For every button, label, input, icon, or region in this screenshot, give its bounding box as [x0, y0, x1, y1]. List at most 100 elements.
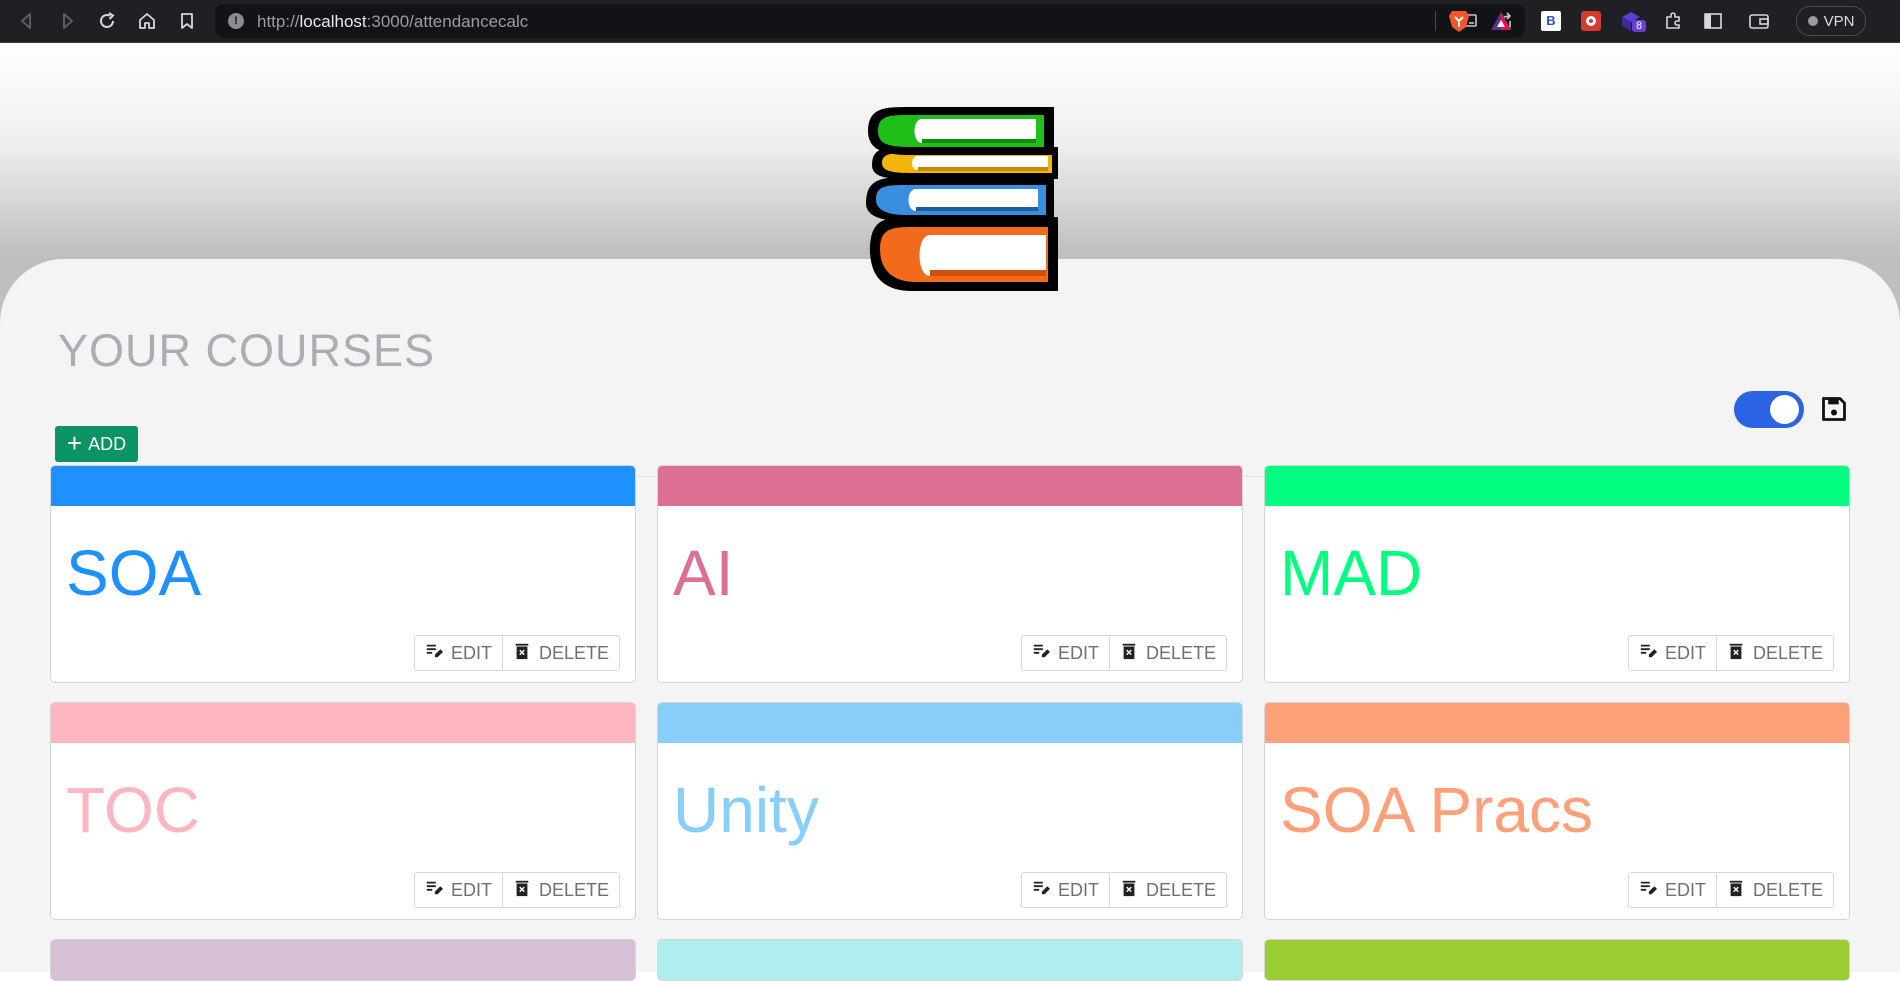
course-title: TOC: [66, 774, 200, 846]
course-color-band: [658, 940, 1242, 980]
delete-label: DELETE: [1752, 642, 1823, 663]
home-icon[interactable]: [132, 6, 162, 36]
delete-icon: [513, 642, 531, 665]
rewards-icon[interactable]: [1488, 8, 1514, 34]
course-actions: EDIT DELETE: [1627, 872, 1834, 908]
edit-icon: [425, 642, 443, 665]
toolbar-separator: [1435, 11, 1436, 31]
delete-button[interactable]: DELETE: [1108, 636, 1226, 670]
edit-icon: [1639, 879, 1657, 902]
toggle-knob: [1770, 395, 1799, 424]
wallet-icon[interactable]: [1746, 8, 1772, 34]
page-content: YOUR COURSES + ADD SOA EDIT DELETE AI EDIT DE…: [0, 43, 1900, 981]
extension-b-letter: B: [1541, 11, 1561, 31]
edit-icon: [1639, 642, 1657, 665]
edit-icon: [1032, 642, 1050, 665]
edit-label: EDIT: [1057, 879, 1099, 900]
page-title: YOUR COURSES: [58, 325, 436, 376]
plus-icon: +: [66, 428, 83, 458]
delete-button[interactable]: DELETE: [1715, 873, 1833, 907]
delete-label: DELETE: [1145, 879, 1216, 900]
add-course-button[interactable]: + ADD: [55, 426, 138, 462]
url-text[interactable]: http://localhost:3000/attendancecalc: [257, 12, 528, 32]
reload-icon[interactable]: [92, 6, 122, 36]
edit-label: EDIT: [1057, 642, 1099, 663]
delete-button[interactable]: DELETE: [501, 636, 619, 670]
forward-icon[interactable]: [52, 6, 82, 36]
edit-button[interactable]: EDIT: [1629, 873, 1716, 907]
delete-label: DELETE: [538, 642, 609, 663]
url-host: localhost: [299, 12, 367, 31]
delete-icon: [1727, 879, 1745, 902]
sidebar-icon[interactable]: [1700, 8, 1726, 34]
course-color-band: [51, 703, 635, 743]
delete-button[interactable]: DELETE: [1715, 636, 1833, 670]
edit-button[interactable]: EDIT: [1022, 636, 1109, 670]
course-title: AI: [673, 537, 734, 609]
add-course-label: ADD: [88, 433, 127, 454]
course-title: Unity: [673, 774, 819, 846]
course-actions: EDIT DELETE: [413, 872, 620, 908]
course-title: MAD: [1280, 537, 1423, 609]
extension-b-icon[interactable]: B: [1538, 8, 1564, 34]
course-card[interactable]: [657, 939, 1243, 981]
edit-icon: [1032, 879, 1050, 902]
edit-button[interactable]: EDIT: [415, 636, 502, 670]
edit-button[interactable]: EDIT: [1022, 873, 1109, 907]
course-card[interactable]: [50, 939, 636, 981]
edit-label: EDIT: [1664, 879, 1706, 900]
extension-badge: 8: [1632, 20, 1647, 32]
vpn-status-icon: [1807, 16, 1818, 26]
edit-button[interactable]: EDIT: [415, 873, 502, 907]
course-card[interactable]: TOC EDIT DELETE: [50, 702, 636, 920]
course-card[interactable]: SOA EDIT DELETE: [50, 465, 636, 683]
course-color-band: [1265, 466, 1849, 506]
brave-icon[interactable]: [1446, 8, 1472, 34]
course-card[interactable]: SOA Pracs EDIT DELETE: [1264, 702, 1850, 920]
delete-icon: [1120, 879, 1138, 902]
mode-toggle[interactable]: [1734, 391, 1804, 428]
browser-toolbar: ! http://localhost:3000/attendancecalc B…: [0, 0, 1900, 43]
course-actions: EDIT DELETE: [1020, 872, 1227, 908]
course-color-band: [51, 466, 635, 506]
bookmark-icon[interactable]: [172, 6, 202, 36]
delete-button[interactable]: DELETE: [501, 873, 619, 907]
course-color-band: [658, 703, 1242, 743]
course-title: SOA: [66, 537, 202, 609]
delete-icon: [1727, 642, 1745, 665]
course-card[interactable]: Unity EDIT DELETE: [657, 702, 1243, 920]
extension-cube-icon[interactable]: 8: [1618, 8, 1647, 34]
extensions-icon[interactable]: [1660, 8, 1686, 34]
vpn-label: VPN: [1823, 12, 1855, 30]
back-icon[interactable]: [12, 6, 42, 36]
url-path: :3000/attendancecalc: [366, 12, 529, 31]
delete-icon: [1120, 642, 1138, 665]
extension-red-icon[interactable]: [1578, 8, 1604, 34]
edit-label: EDIT: [1664, 642, 1706, 663]
save-icon[interactable]: [1820, 395, 1848, 423]
course-color-band: [658, 466, 1242, 506]
edit-label: EDIT: [450, 642, 492, 663]
delete-label: DELETE: [1145, 642, 1216, 663]
vpn-button[interactable]: VPN: [1796, 6, 1866, 36]
url-scheme: http://: [257, 12, 300, 31]
delete-button[interactable]: DELETE: [1108, 873, 1226, 907]
delete-label: DELETE: [538, 879, 609, 900]
course-color-band: [51, 940, 635, 980]
course-card[interactable]: [1264, 939, 1850, 981]
books-logo: [866, 107, 1058, 291]
edit-button[interactable]: EDIT: [1629, 636, 1716, 670]
edit-icon: [425, 879, 443, 902]
edit-label: EDIT: [450, 879, 492, 900]
info-icon[interactable]: !: [228, 13, 244, 29]
course-actions: EDIT DELETE: [1020, 635, 1227, 671]
course-card[interactable]: MAD EDIT DELETE: [1264, 465, 1850, 683]
course-color-band: [1265, 940, 1849, 980]
course-card[interactable]: AI EDIT DELETE: [657, 465, 1243, 683]
course-title: SOA Pracs: [1280, 774, 1593, 846]
address-bar[interactable]: ! http://localhost:3000/attendancecalc: [215, 4, 1525, 38]
course-color-band: [1265, 703, 1849, 743]
course-actions: EDIT DELETE: [1627, 635, 1834, 671]
course-actions: EDIT DELETE: [413, 635, 620, 671]
delete-label: DELETE: [1752, 879, 1823, 900]
